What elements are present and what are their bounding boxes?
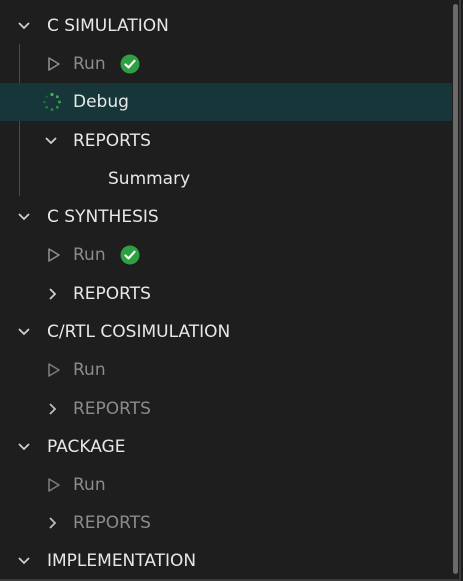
chevron-right-icon[interactable] <box>45 402 61 416</box>
package-run-item[interactable]: Run <box>0 466 452 504</box>
run-label: Run <box>73 360 106 380</box>
c-simulation-debug-item[interactable]: Debug <box>0 83 452 121</box>
c-simulation-reports-item[interactable]: REPORTS <box>0 122 452 160</box>
summary-label: Summary <box>108 169 191 189</box>
vertical-scrollbar[interactable] <box>453 4 458 574</box>
c-synthesis-reports-item[interactable]: REPORTS <box>0 275 452 313</box>
c-simulation-summary-item[interactable]: Summary <box>0 160 452 198</box>
section-package[interactable]: PACKAGE <box>0 428 452 466</box>
chevron-down-icon[interactable] <box>16 325 32 339</box>
section-title: PACKAGE <box>47 437 126 457</box>
run-label: Run <box>73 475 106 495</box>
section-title: C SIMULATION <box>47 16 169 36</box>
spinner-icon <box>43 92 61 111</box>
chevron-down-icon[interactable] <box>16 440 32 454</box>
cosimulation-run-item[interactable]: Run <box>0 351 452 389</box>
check-circle-icon <box>120 245 140 265</box>
debug-label: Debug <box>73 92 129 112</box>
chevron-down-icon[interactable] <box>16 554 32 568</box>
chevron-down-icon[interactable] <box>16 19 32 33</box>
section-title: C/RTL COSIMULATION <box>47 322 231 342</box>
chevron-right-icon[interactable] <box>45 287 61 301</box>
chevron-right-icon[interactable] <box>45 516 61 530</box>
run-label: Run <box>73 54 106 74</box>
section-title: C SYNTHESIS <box>47 207 159 227</box>
play-outline-icon <box>48 363 60 377</box>
flow-navigator-panel: C SIMULATION Run Debug REPORTS Summary C… <box>0 0 461 581</box>
chevron-down-icon[interactable] <box>16 210 32 224</box>
section-title: IMPLEMENTATION <box>47 551 197 571</box>
section-c-synthesis[interactable]: C SYNTHESIS <box>0 198 452 236</box>
reports-label: REPORTS <box>73 131 151 151</box>
section-c-simulation[interactable]: C SIMULATION <box>0 7 452 45</box>
section-implementation[interactable]: IMPLEMENTATION <box>0 542 452 580</box>
package-reports-item[interactable]: REPORTS <box>0 504 452 542</box>
check-circle-icon <box>120 54 140 74</box>
reports-label: REPORTS <box>73 399 151 419</box>
section-c-rtl-cosimulation[interactable]: C/RTL COSIMULATION <box>0 313 452 351</box>
reports-label: REPORTS <box>73 284 151 304</box>
chevron-down-icon[interactable] <box>43 134 59 148</box>
run-label: Run <box>73 245 106 265</box>
play-outline-icon <box>48 478 60 492</box>
play-outline-icon <box>48 57 60 71</box>
reports-label: REPORTS <box>73 513 151 533</box>
play-outline-icon <box>48 248 60 262</box>
c-synthesis-run-item[interactable]: Run <box>0 236 452 274</box>
c-simulation-run-item[interactable]: Run <box>0 45 452 83</box>
cosimulation-reports-item[interactable]: REPORTS <box>0 390 452 428</box>
